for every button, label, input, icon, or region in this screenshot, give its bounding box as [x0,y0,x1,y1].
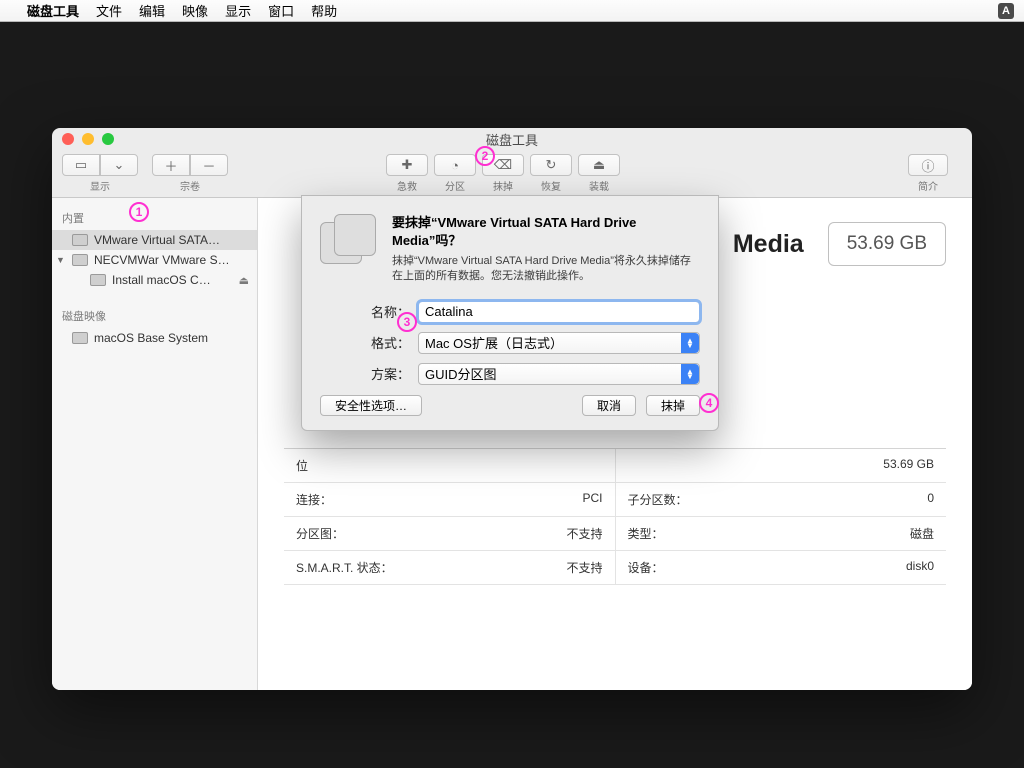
sidebar-item-label: Install macOS C… [112,273,211,287]
sidebar-item-label: VMware Virtual SATA… [94,233,220,247]
scheme-value: GUID分区图 [425,364,497,383]
row-key: 分区图： [296,525,344,542]
security-options-button[interactable]: 安全性选项… [320,395,422,416]
firstaid-label: 急救 [397,178,417,193]
erase-button[interactable]: ⌫ [482,154,524,176]
name-label: 名称： [366,302,410,321]
close-button[interactable] [62,133,74,145]
minimize-button[interactable] [82,133,94,145]
sheet-heading: 要抹掉“VMware Virtual SATA Hard Drive Media… [392,214,700,249]
row-key: 连接： [296,491,332,508]
name-field[interactable] [418,301,700,323]
zoom-button[interactable] [102,133,114,145]
sidebar-item-optical[interactable]: ▼ NECVMWar VMware S… [52,250,257,270]
window-title: 磁盘工具 [486,130,538,149]
row-key: 设备： [628,559,664,576]
sidebar-internal-header: 内置 [52,204,257,230]
restore-button[interactable]: ↻ [530,154,572,176]
volume-icon [90,274,106,286]
titlebar: 磁盘工具 [52,128,972,150]
app-name[interactable]: 磁盘工具 [27,1,79,20]
input-method-icon[interactable]: A [998,3,1014,19]
menu-image[interactable]: 映像 [182,1,208,20]
partition-label: 分区 [445,178,465,193]
format-label: 格式： [366,333,410,352]
erase-label: 抹掉 [493,178,513,193]
format-value: Mac OS扩展（日志式） [425,333,563,352]
mount-label: 装载 [589,178,609,193]
row-val: disk0 [906,559,934,576]
disclosure-icon[interactable]: ▼ [56,255,65,265]
erase-confirm-button[interactable]: 抹掉 [646,395,700,416]
menu-edit[interactable]: 编辑 [139,1,165,20]
volume-remove-button[interactable]: － [190,154,228,176]
sidebar-images-header: 磁盘映像 [52,302,257,328]
info-button[interactable]: ⓘ [908,154,948,176]
row-key: 位 [296,457,308,474]
row-key: S.M.A.R.T. 状态： [296,559,393,576]
sidebar-item-label: macOS Base System [94,331,208,345]
restore-label: 恢复 [541,178,561,193]
scheme-label: 方案： [366,364,410,383]
toolbar-volume-label: 宗卷 [180,178,200,193]
menu-view[interactable]: 显示 [225,1,251,20]
volume-add-button[interactable]: ＋ [152,154,190,176]
row-val: PCI [582,491,602,508]
toolbar-view-label: 显示 [90,178,110,193]
row-val: 53.69 GB [883,457,934,474]
sidebar: 内置 VMware Virtual SATA… ▼ NECVMWar VMwar… [52,198,258,690]
menu-help[interactable]: 帮助 [311,1,337,20]
eject-icon[interactable]: ⏏ [239,274,249,287]
row-val: 不支持 [566,525,602,542]
row-key: 类型： [628,525,664,542]
toolbar: ▭ ⌄ 显示 ＋ － 宗卷 ✚ 急救 ◔ 分区 ⌫ 抹掉 ↻ 恢复 ⏏ 装载 ⓘ 简介 [52,150,972,198]
sidebar-item-base-system[interactable]: macOS Base System [52,328,257,348]
sidebar-item-drive-main[interactable]: VMware Virtual SATA… [52,230,257,250]
capacity-badge: 53.69 GB [828,222,946,266]
view-menu-button[interactable]: ⌄ [100,154,138,176]
disk-utility-window: 磁盘工具 ▭ ⌄ 显示 ＋ － 宗卷 ✚ 急救 ◔ 分区 ⌫ 抹掉 ↻ 恢复 ⏏ 装载 [52,128,972,690]
info-label: 简介 [918,178,938,193]
row-val: 磁盘 [910,525,934,542]
cancel-button[interactable]: 取消 [582,395,636,416]
menu-file[interactable]: 文件 [96,1,122,20]
firstaid-button[interactable]: ✚ [386,154,428,176]
sidebar-item-install[interactable]: Install macOS C… ⏏ [52,270,257,290]
chevron-updown-icon: ▲▼ [681,364,699,384]
partition-button[interactable]: ◔ [434,154,476,176]
menu-window[interactable]: 窗口 [268,1,294,20]
row-key: 子分区数： [628,491,688,508]
scheme-select[interactable]: GUID分区图 ▲▼ [418,363,700,385]
erase-sheet-icon [320,214,378,272]
hdd-icon [72,234,88,246]
info-table: 位 53.69 GB 连接： PCI 子分区数： 0 分区图： 不支持 类型： 磁盘 S… [284,448,946,585]
row-val: 0 [927,491,934,508]
chevron-updown-icon: ▲▼ [681,333,699,353]
mount-button[interactable]: ⏏ [578,154,620,176]
sidebar-item-label: NECVMWar VMware S… [94,253,230,267]
sheet-description: 抹掉“VMware Virtual SATA Hard Drive Media”… [392,254,700,285]
erase-sheet: 要抹掉“VMware Virtual SATA Hard Drive Media… [301,195,719,431]
format-select[interactable]: Mac OS扩展（日志式） ▲▼ [418,332,700,354]
dmg-icon [72,332,88,344]
menubar: 磁盘工具 文件 编辑 映像 显示 窗口 帮助 A [0,0,1024,22]
optical-icon [72,254,88,266]
traffic-lights [62,133,114,145]
row-val: 不支持 [566,559,602,576]
sidebar-toggle-button[interactable]: ▭ [62,154,100,176]
